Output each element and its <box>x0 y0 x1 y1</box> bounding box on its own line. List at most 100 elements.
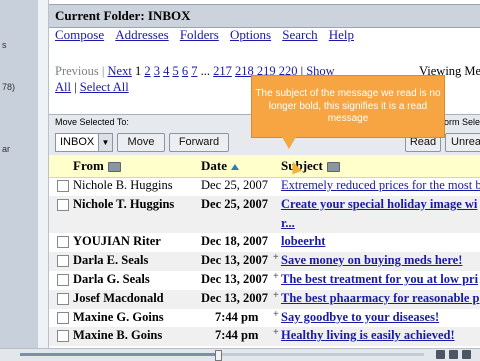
message-subject-link[interactable]: The best treatment for you at low pri <box>281 272 478 287</box>
left-panel-border <box>38 0 49 348</box>
message-row[interactable]: Maxine B. Goins 7:44 pm + Healthy living… <box>49 327 480 347</box>
message-row[interactable]: Nichole T. Huggins Dec 25, 2007 Create y… <box>49 195 480 215</box>
rewind-icon[interactable] <box>436 350 445 359</box>
message-date: 7:44 pm <box>215 328 259 343</box>
message-row-continued[interactable]: r... <box>49 214 480 234</box>
message-subject-link[interactable]: Say goodbye to your diseases! <box>281 310 439 325</box>
pager-page-4[interactable]: 4 <box>163 64 169 78</box>
nav-help[interactable]: Help <box>329 27 354 42</box>
row-checkbox[interactable] <box>57 236 69 249</box>
current-folder-bar: Current Folder: INBOX <box>49 4 480 28</box>
attachment-indicator: + <box>273 308 279 320</box>
webmail-main: Current Folder: INBOX Compose Addresses … <box>49 0 480 348</box>
message-row[interactable]: Darla G. Seals Dec 13, 2007 + The best t… <box>49 271 480 290</box>
message-list: Nichole B. Huggins Dec 25, 2007 Extremel… <box>49 177 480 347</box>
chevron-down-icon: ▼ <box>98 134 112 151</box>
sort-toggle-icon[interactable] <box>326 162 340 173</box>
left-fragment-1: s <box>2 40 7 50</box>
message-from: Nichole B. Huggins <box>73 178 173 192</box>
pager-ellipsis: ... <box>200 64 210 78</box>
message-date: Dec 13, 2007 <box>201 253 268 268</box>
forward-button[interactable]: Forward <box>169 133 229 152</box>
pager-page-5[interactable]: 5 <box>172 64 178 78</box>
play-icon[interactable] <box>449 350 458 359</box>
message-from: Nichole T. Huggins <box>73 196 175 211</box>
playback-progress <box>20 353 218 356</box>
attachment-indicator: + <box>273 270 279 282</box>
move-button[interactable]: Move <box>117 133 165 152</box>
select-links: All | Select All <box>55 80 129 94</box>
message-date: Dec 18, 2007 <box>201 234 268 249</box>
left-fragment-3: ar <box>2 144 11 154</box>
message-date: 7:44 pm <box>215 309 259 324</box>
row-checkbox[interactable] <box>57 292 69 305</box>
message-subject-link[interactable]: Save money on buying meds here! <box>281 253 462 268</box>
tutorial-callout: The subject of the message we read is no… <box>251 75 445 149</box>
message-row[interactable]: Darla E. Seals Dec 13, 2007 + Save money… <box>49 252 480 271</box>
message-list-header: From Date Subject <box>49 155 480 178</box>
callout-pointer <box>282 137 296 149</box>
message-from: Josef Macdonald <box>73 290 164 305</box>
message-row[interactable]: Josef Macdonald Dec 13, 2007 + The best … <box>49 289 480 309</box>
column-from[interactable]: From <box>73 158 121 174</box>
pager-page-3[interactable]: 3 <box>154 64 160 78</box>
message-from: Darla E. Seals <box>73 253 149 268</box>
row-checkbox[interactable] <box>57 311 69 324</box>
row-checkbox[interactable] <box>57 330 69 343</box>
video-player-bar <box>0 348 480 361</box>
message-subject-link[interactable]: r... <box>281 216 295 231</box>
message-date: Dec 13, 2007 <box>201 290 268 305</box>
sort-toggle-icon[interactable] <box>107 162 121 173</box>
row-checkbox[interactable] <box>57 198 69 211</box>
main-nav: Compose Addresses Folders Options Search… <box>55 27 362 43</box>
row-checkbox[interactable] <box>57 180 69 192</box>
select-all-link-2[interactable]: Select All <box>80 80 129 94</box>
message-subject-link[interactable]: Create your special holiday image wi <box>281 197 477 212</box>
message-row[interactable]: Maxine G. Goins 7:44 pm + Say goodbye to… <box>49 309 480 328</box>
pager-page-217[interactable]: 217 <box>213 64 232 78</box>
row-checkbox[interactable] <box>57 255 69 268</box>
row-checkbox[interactable] <box>57 273 69 286</box>
transform-selected-label: form Sele <box>441 117 480 127</box>
playback-scrubber[interactable] <box>214 350 222 361</box>
message-subject-link[interactable]: The best phaarmacy for reasonable p <box>281 291 480 306</box>
message-from: Maxine B. Goins <box>73 328 163 343</box>
message-date: Dec 13, 2007 <box>201 271 268 286</box>
pager-page-2[interactable]: 2 <box>144 64 150 78</box>
message-subject-link[interactable]: Healthy living is easily achieved! <box>281 328 455 343</box>
tutorial-callout-text: The subject of the message we read is no… <box>255 88 441 124</box>
message-subject-link[interactable]: lobeerht <box>281 234 325 249</box>
playback-track[interactable] <box>20 353 424 356</box>
message-date: Dec 25, 2007 <box>201 196 268 211</box>
forward-icon[interactable] <box>462 350 471 359</box>
folder-select[interactable]: INBOX ▼ <box>55 133 113 152</box>
pager-previous: Previous <box>55 64 99 78</box>
nav-addresses[interactable]: Addresses <box>115 27 168 42</box>
message-subject-link[interactable]: Extremely reduced prices for the most b <box>281 178 480 193</box>
pager-page-6[interactable]: 6 <box>182 64 188 78</box>
pager-current: 1 <box>134 64 142 78</box>
select-all-link[interactable]: All <box>55 80 71 94</box>
pager-page-7[interactable]: 7 <box>191 64 197 78</box>
move-selected-label: Move Selected To: <box>55 117 129 127</box>
pager-next[interactable]: Next <box>108 64 132 78</box>
sort-ascending-icon[interactable] <box>231 164 239 171</box>
attachment-indicator: + <box>273 289 279 301</box>
message-row[interactable]: YOUJIAN Riter Dec 18, 2007 lobeerht <box>49 233 480 252</box>
column-date[interactable]: Date <box>201 158 239 174</box>
attachment-indicator: + <box>273 327 279 339</box>
current-folder-label: Current Folder: INBOX <box>55 8 191 23</box>
unread-button[interactable]: Unrea <box>445 133 480 152</box>
message-from: Darla G. Seals <box>73 271 150 286</box>
nav-compose[interactable]: Compose <box>55 27 104 42</box>
left-panel: s 78) ar <box>0 0 38 348</box>
message-from: Maxine G. Goins <box>73 309 164 324</box>
message-date: Dec 25, 2007 <box>201 178 268 192</box>
attachment-indicator: + <box>273 252 279 264</box>
message-row[interactable]: Nichole B. Huggins Dec 25, 2007 Extremel… <box>49 177 480 196</box>
nav-options[interactable]: Options <box>230 27 271 42</box>
message-from: YOUJIAN Riter <box>73 234 161 249</box>
nav-search[interactable]: Search <box>282 27 317 42</box>
nav-folders[interactable]: Folders <box>180 27 219 42</box>
left-fragment-2: 78) <box>2 82 16 92</box>
